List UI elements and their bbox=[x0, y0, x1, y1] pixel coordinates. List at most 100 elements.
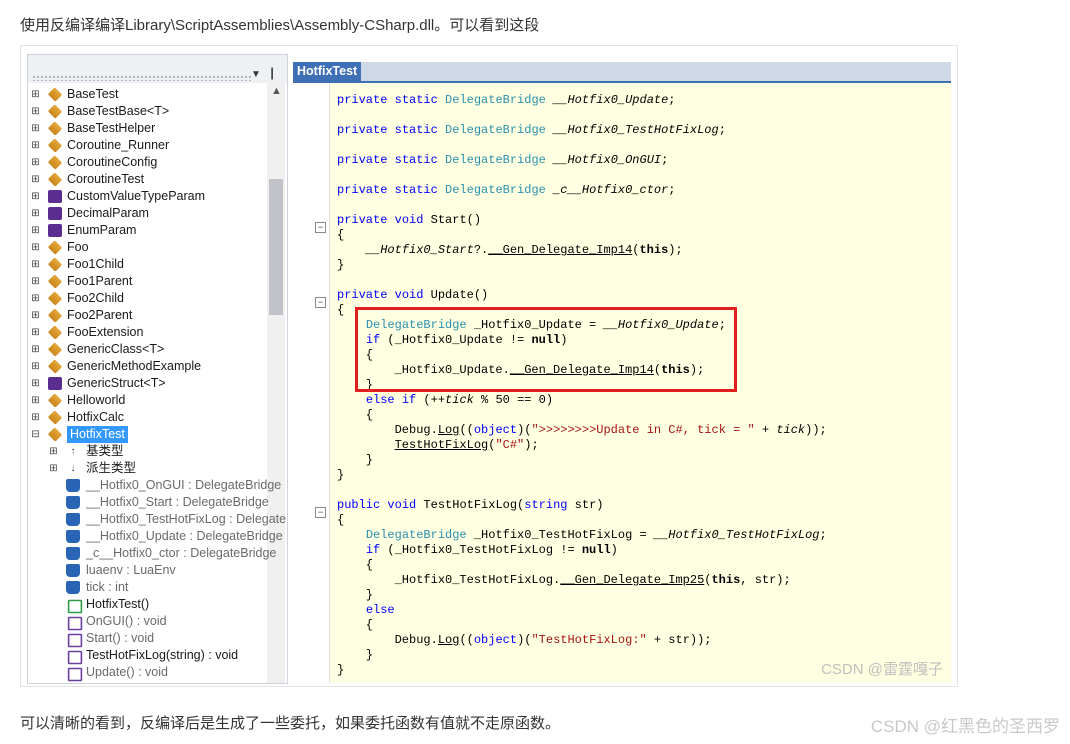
tree-item[interactable]: ⊞ Foo bbox=[28, 239, 266, 256]
tree-item[interactable]: ⊞ BaseTest bbox=[28, 86, 266, 103]
expand-icon[interactable]: ⊞ bbox=[31, 256, 40, 273]
tree-item-label: BaseTestBase<T> bbox=[67, 104, 170, 118]
code-line: } bbox=[337, 453, 374, 467]
class-icon bbox=[47, 87, 63, 102]
code-line: public void TestHotFixLog(string str) bbox=[337, 498, 604, 512]
tree-child-item[interactable]: _c__Hotfix0_ctor : DelegateBridge bbox=[28, 545, 276, 562]
tree-child-item[interactable]: Start() : void bbox=[28, 630, 266, 648]
field-icon bbox=[66, 564, 80, 577]
collapse-icon[interactable]: ⊟ bbox=[31, 426, 40, 443]
tree-child-item[interactable]: Update() : void bbox=[28, 664, 266, 682]
expand-icon[interactable]: ⊞ bbox=[31, 86, 40, 103]
expand-icon[interactable]: ⊞ bbox=[31, 205, 40, 222]
tree-child-item[interactable]: OnGUI() : void bbox=[28, 613, 266, 631]
tree-child-label: Update() : void bbox=[86, 665, 168, 679]
tree-child-item[interactable]: HotfixTest() bbox=[28, 596, 266, 614]
code-line: private static DelegateBridge __Hotfix0_… bbox=[337, 123, 726, 137]
tree-child-item[interactable]: ⊞ ↓ 派生类型 bbox=[28, 460, 266, 477]
expand-icon[interactable]: ⊞ bbox=[31, 409, 40, 426]
tab-hotfixtest[interactable]: HotfixTest bbox=[293, 62, 362, 81]
code-line: } bbox=[337, 588, 374, 602]
pin-icon[interactable]: ┃ bbox=[269, 69, 275, 80]
code-line: } bbox=[337, 648, 374, 662]
tree-item[interactable]: ⊞ BaseTestHelper bbox=[28, 120, 266, 137]
tree-item[interactable]: ⊞ Foo2Child bbox=[28, 290, 266, 307]
tree-child-label: TestHotFixLog(string) : void bbox=[86, 648, 239, 662]
expand-icon[interactable]: ⊞ bbox=[31, 358, 40, 375]
tree-item[interactable]: ⊞ Helloworld bbox=[28, 392, 266, 409]
method-icon bbox=[67, 650, 83, 665]
tree-item-label: HotfixTest bbox=[67, 426, 128, 443]
tree-item[interactable]: ⊞ Coroutine_Runner bbox=[28, 137, 266, 154]
tree-item-label: GenericMethodExample bbox=[67, 359, 202, 373]
tree-child-item[interactable]: TestHotFixLog(string) : void bbox=[28, 647, 266, 665]
dropdown-arrow-icon[interactable]: ▼ bbox=[251, 69, 261, 80]
code-line: if (_Hotfix0_TestHotFixLog != null) bbox=[365, 543, 618, 557]
code-line: private void Start() bbox=[337, 213, 482, 227]
tree-item-label: EnumParam bbox=[67, 223, 137, 237]
expand-icon[interactable]: ⊞ bbox=[31, 171, 40, 188]
tree-child-item[interactable]: __Hotfix0_Update : DelegateBridge bbox=[28, 528, 283, 545]
tree-item[interactable]: ⊞ GenericClass<T> bbox=[28, 341, 266, 358]
class-icon bbox=[47, 121, 63, 136]
tree-item[interactable]: ⊞ Foo2Parent bbox=[28, 307, 266, 324]
tree-child-item[interactable]: __Hotfix0_Start : DelegateBridge bbox=[28, 494, 269, 511]
expand-icon[interactable]: ⊞ bbox=[49, 443, 58, 460]
class-icon bbox=[47, 104, 63, 119]
expand-icon[interactable]: ⊞ bbox=[31, 273, 40, 290]
tree-child-label: 基类型 bbox=[86, 444, 124, 458]
expand-icon[interactable]: ⊞ bbox=[31, 324, 40, 341]
code-line: DelegateBridge _Hotfix0_TestHotFixLog = … bbox=[365, 528, 827, 542]
grip-handle[interactable] bbox=[32, 75, 252, 81]
class-icon bbox=[47, 308, 63, 323]
code-line: private static DelegateBridge __Hotfix0_… bbox=[337, 153, 669, 167]
code-line: TestHotFixLog("C#"); bbox=[394, 438, 539, 452]
expand-icon[interactable]: ⊞ bbox=[31, 154, 40, 171]
tree-item[interactable]: ⊞ GenericStruct<T> bbox=[28, 375, 266, 392]
tree-vertical-scrollbar[interactable]: ▲ bbox=[267, 83, 285, 683]
scrollbar-thumb[interactable] bbox=[269, 179, 283, 315]
tree-child-item[interactable]: tick : int bbox=[28, 579, 266, 596]
tree-child-item[interactable]: __Hotfix0_TestHotFixLog : DelegateBridge bbox=[28, 511, 287, 528]
expand-icon[interactable]: ⊞ bbox=[31, 120, 40, 137]
tree-item[interactable]: ⊞ BaseTestBase<T> bbox=[28, 103, 266, 120]
tree-item[interactable]: ⊟ HotfixTest bbox=[28, 426, 266, 443]
method-icon bbox=[67, 616, 83, 631]
code-editor[interactable]: − − − private static DelegateBridge __Hotf… bbox=[293, 83, 951, 683]
tree-item[interactable]: ⊞ FooExtension bbox=[28, 324, 266, 341]
class-icon bbox=[47, 410, 63, 425]
tree-child-item[interactable]: __Hotfix0_OnGUI : DelegateBridge bbox=[28, 477, 281, 494]
tree-item[interactable]: ⊞ CoroutineConfig bbox=[28, 154, 266, 171]
expand-icon[interactable]: ⊞ bbox=[31, 188, 40, 205]
expand-icon[interactable]: ⊞ bbox=[31, 103, 40, 120]
editor-tabstrip: HotfixTest bbox=[293, 62, 951, 83]
tree-item[interactable]: ⊞ EnumParam bbox=[28, 222, 266, 239]
expand-icon[interactable]: ⊞ bbox=[31, 341, 40, 358]
expand-icon[interactable]: ⊞ bbox=[31, 290, 40, 307]
expand-icon[interactable]: ⊞ bbox=[31, 137, 40, 154]
expand-icon[interactable]: ⊞ bbox=[31, 392, 40, 409]
constructor-icon bbox=[67, 599, 83, 614]
tree-item[interactable]: ⊞ HotfixCalc bbox=[28, 409, 266, 426]
fold-toggle-icon[interactable]: − bbox=[315, 297, 326, 308]
tree-child-item[interactable]: luaenv : LuaEnv bbox=[28, 562, 266, 579]
blog-watermark: CSDN @红黑色的圣西罗 bbox=[870, 717, 1060, 736]
fold-toggle-icon[interactable]: − bbox=[315, 222, 326, 233]
tree-item[interactable]: ⊞ CoroutineTest bbox=[28, 171, 266, 188]
expand-icon[interactable]: ⊞ bbox=[49, 460, 58, 477]
scroll-up-icon[interactable]: ▲ bbox=[271, 85, 282, 97]
expand-icon[interactable]: ⊞ bbox=[31, 239, 40, 256]
tree-item[interactable]: ⊞ CustomValueTypeParam bbox=[28, 188, 266, 205]
field-icon bbox=[66, 547, 80, 560]
tree-item[interactable]: ⊞ Foo1Child bbox=[28, 256, 266, 273]
class-icon bbox=[47, 342, 63, 357]
tree-child-item[interactable]: ⊞ ↑ 基类型 bbox=[28, 443, 266, 460]
expand-icon[interactable]: ⊞ bbox=[31, 222, 40, 239]
expand-icon[interactable]: ⊞ bbox=[31, 307, 40, 324]
expand-icon[interactable]: ⊞ bbox=[31, 375, 40, 392]
field-icon bbox=[66, 479, 80, 492]
tree-item[interactable]: ⊞ Foo1Parent bbox=[28, 273, 266, 290]
fold-toggle-icon[interactable]: − bbox=[315, 507, 326, 518]
tree-item[interactable]: ⊞ GenericMethodExample bbox=[28, 358, 266, 375]
tree-item[interactable]: ⊞ DecimalParam bbox=[28, 205, 266, 222]
